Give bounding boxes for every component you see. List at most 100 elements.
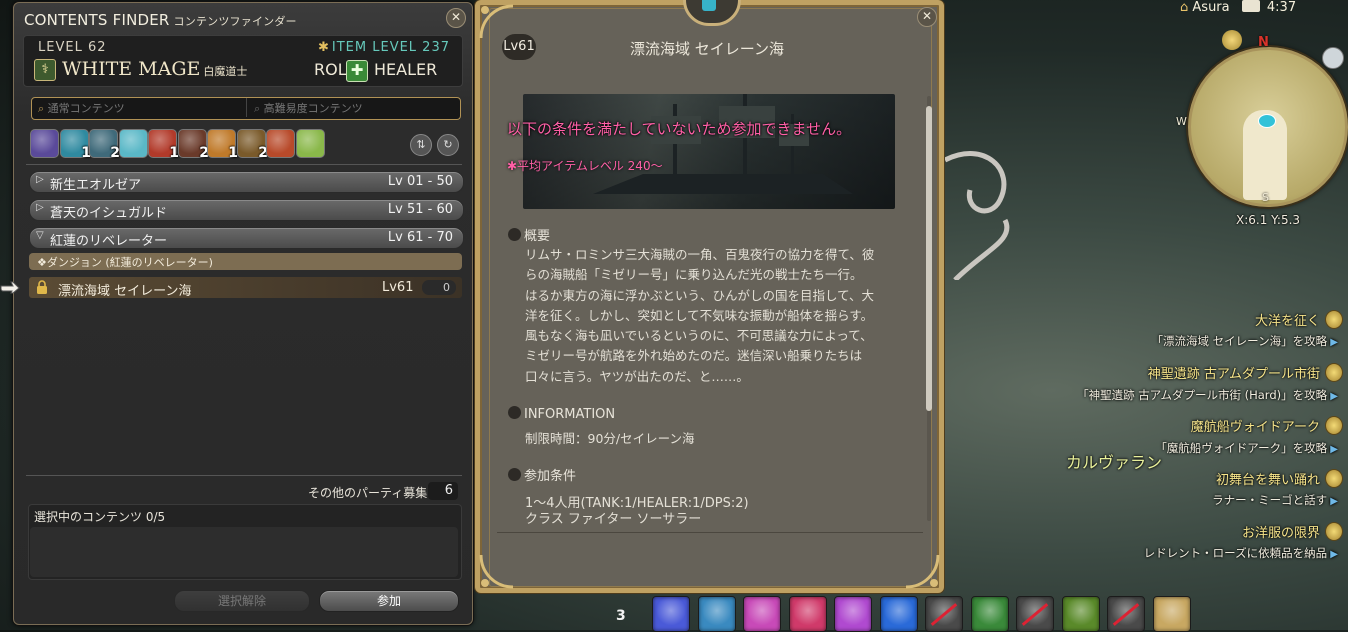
trial-icon[interactable]	[119, 129, 148, 158]
quest-title[interactable]: 初舞台を舞い踊れ	[1216, 469, 1320, 488]
duty-count: 0	[422, 280, 456, 295]
alliance-raid-icon[interactable]: 2	[178, 129, 209, 161]
conditions-icon	[508, 468, 521, 481]
search-normal[interactable]: ⌕ 通常コンテンツ	[38, 100, 243, 115]
roulette-icon[interactable]	[30, 129, 59, 158]
minimap[interactable]	[1188, 47, 1348, 207]
level-label: LEVEL 62	[38, 40, 107, 55]
entry-warning: 以下の条件を満たしていないため参加できません。	[507, 120, 852, 138]
vine-ornament-icon	[945, 151, 1010, 280]
close-icon[interactable]: ✕	[446, 8, 466, 28]
clock-icon	[1241, 0, 1260, 12]
overview-heading: 概要	[508, 225, 550, 244]
search-icon: ⌕	[254, 102, 261, 115]
guildhest-icon[interactable]: 2	[89, 129, 120, 161]
zoom-icon[interactable]	[1322, 47, 1344, 69]
join-button[interactable]: 参加	[319, 590, 459, 612]
search-bar: ⌕ 通常コンテンツ ⌕ 高難易度コンテンツ	[31, 97, 461, 120]
dungeon-icon[interactable]: 1	[60, 129, 91, 161]
close-icon[interactable]: ✕	[917, 7, 937, 27]
collapse-arrow-icon: ▽	[36, 230, 44, 241]
player-position-icon	[1258, 114, 1276, 128]
role-name: HEALER	[374, 60, 438, 79]
hand-pointer-icon	[0, 281, 20, 294]
healer-icon: ✚	[346, 60, 368, 82]
sun-icon	[1222, 30, 1242, 50]
category-sb[interactable]: ▽ 紅蓮のリベレーター Lv 61 - 70	[29, 227, 464, 249]
book-icon	[508, 228, 521, 241]
quest-icon	[1325, 363, 1343, 382]
quest-title[interactable]: 神聖遺跡 古アムダプール市街	[1148, 363, 1320, 382]
white-mage-icon: ⚕	[34, 59, 56, 81]
subcategory-dungeon[interactable]: ❖ダンジョン (紅蓮のリベレーター)	[29, 253, 462, 270]
quest-step[interactable]: 「神聖遺跡 古アムダプール市街 (Hard)」を攻略	[1077, 387, 1338, 403]
corner-ornament-icon	[905, 554, 940, 589]
duty-row[interactable]: 漂流海域 セイレーン海 Lv61 0	[29, 277, 462, 299]
duty-title: 漂流海域 セイレーン海	[630, 40, 785, 58]
quest-step[interactable]: レドレント・ローズに依頼品を納品	[1144, 545, 1338, 561]
duty-level-badge: Lv61	[502, 34, 536, 60]
hotbar-number: 3	[616, 608, 626, 624]
esuna-icon[interactable]	[970, 596, 1009, 632]
search-hard[interactable]: ⌕ 高難易度コンテンツ	[254, 100, 454, 115]
scrollbar-thumb[interactable]	[926, 106, 932, 411]
overview-text: リムサ・ロミンサ三大海賊の一角、百鬼夜行の協力を得て、彼 らの海賊船「ミゼリー号…	[525, 247, 875, 384]
disabled-skill-icon[interactable]	[1016, 596, 1054, 632]
sort-icon[interactable]: ⇅	[410, 134, 432, 156]
aero-icon[interactable]	[697, 596, 736, 632]
quest-step[interactable]: 「漂流海域 セイレーン海」を攻略	[1152, 333, 1338, 349]
sprint-icon[interactable]	[1061, 596, 1100, 632]
leaf-icon[interactable]	[296, 129, 325, 158]
compass-west: W	[1176, 115, 1187, 128]
quest-step[interactable]: ラナー・ミーゴと話す	[1212, 492, 1338, 508]
quest-icon	[1325, 310, 1343, 329]
quest-icon	[1325, 469, 1343, 488]
raid-icon[interactable]: 1	[148, 129, 179, 161]
time-limit-text: 制限時間：90分/セイレーン海	[525, 431, 695, 446]
compass-south: S	[1262, 191, 1269, 204]
conditions-text: 1～4人用(TANK:1/HEALER:1/DPS:2) クラス ファイター ソ…	[525, 496, 749, 527]
disabled-skill-icon[interactable]	[1107, 596, 1145, 632]
coordinates: X:6.1 Y:5.3	[1236, 213, 1301, 227]
quest-title[interactable]: 大洋を征く	[1255, 310, 1320, 329]
expand-arrow-icon: ▷	[36, 202, 44, 213]
selected-content-box: 選択中のコンテンツ 0/5	[28, 504, 462, 580]
refresh-icon[interactable]: ↻	[437, 134, 459, 156]
disabled-skill-icon[interactable]	[925, 596, 963, 632]
selected-content-list	[30, 527, 458, 577]
category-arr[interactable]: ▷ 新生エオルゼア Lv 01 - 50	[29, 171, 464, 193]
clear-selection-button[interactable]: 選択解除	[174, 590, 310, 612]
quest-step[interactable]: 「魔航船ヴォイドアーク」を攻略	[1155, 440, 1338, 456]
benediction-icon[interactable]	[879, 596, 918, 632]
cure-icon[interactable]	[743, 596, 781, 632]
search-icon: ⌕	[38, 102, 45, 115]
category-hw[interactable]: ▷ 蒼天のイシュガルド Lv 51 - 60	[29, 199, 464, 221]
crossed-swords-icon[interactable]	[266, 129, 295, 158]
conditions-heading: 参加条件	[508, 465, 576, 484]
duty-name: 漂流海域 セイレーン海	[58, 284, 192, 299]
party-recruit-label: その他のパーティ募集	[308, 486, 428, 500]
duty-detail-window: ✕ Lv61 漂流海域 セイレーン海 以下の条件を満たしていないため参加できませ…	[475, 0, 944, 593]
game-time: 4:37	[1266, 0, 1297, 15]
quest-title[interactable]: お洋服の限界	[1242, 522, 1320, 541]
gold-saucer-icon[interactable]: 2	[237, 129, 268, 161]
medica-icon[interactable]	[788, 596, 827, 632]
duty-banner-image	[523, 94, 895, 209]
pvp-icon[interactable]: 1	[207, 129, 238, 161]
expand-arrow-icon: ▷	[36, 174, 44, 185]
player-icon: ⌂	[1180, 0, 1189, 15]
lock-icon	[37, 280, 47, 294]
status-top-bar: ⌂ Asura 4:37	[1180, 0, 1296, 15]
corner-ornament-icon	[479, 554, 514, 589]
item-level-label: ✱ ITEM LEVEL 237	[318, 40, 450, 55]
requirement-text: ✱平均アイテムレベル 240～	[507, 159, 663, 173]
mount-icon[interactable]	[1152, 596, 1191, 632]
regen-icon[interactable]	[834, 596, 872, 632]
holy-icon[interactable]	[652, 596, 690, 632]
quest-title[interactable]: 魔航船ヴォイドアーク	[1191, 416, 1320, 435]
job-name: WHITE MAGE 白魔道士	[62, 58, 248, 80]
quest-icon	[1325, 522, 1343, 541]
duty-level: Lv61	[382, 280, 414, 295]
contents-finder-window: CONTENTS FINDER コンテンツファインダー ✕ LEVEL 62 ✱ I…	[13, 2, 473, 625]
information-heading: INFORMATION	[508, 406, 615, 422]
